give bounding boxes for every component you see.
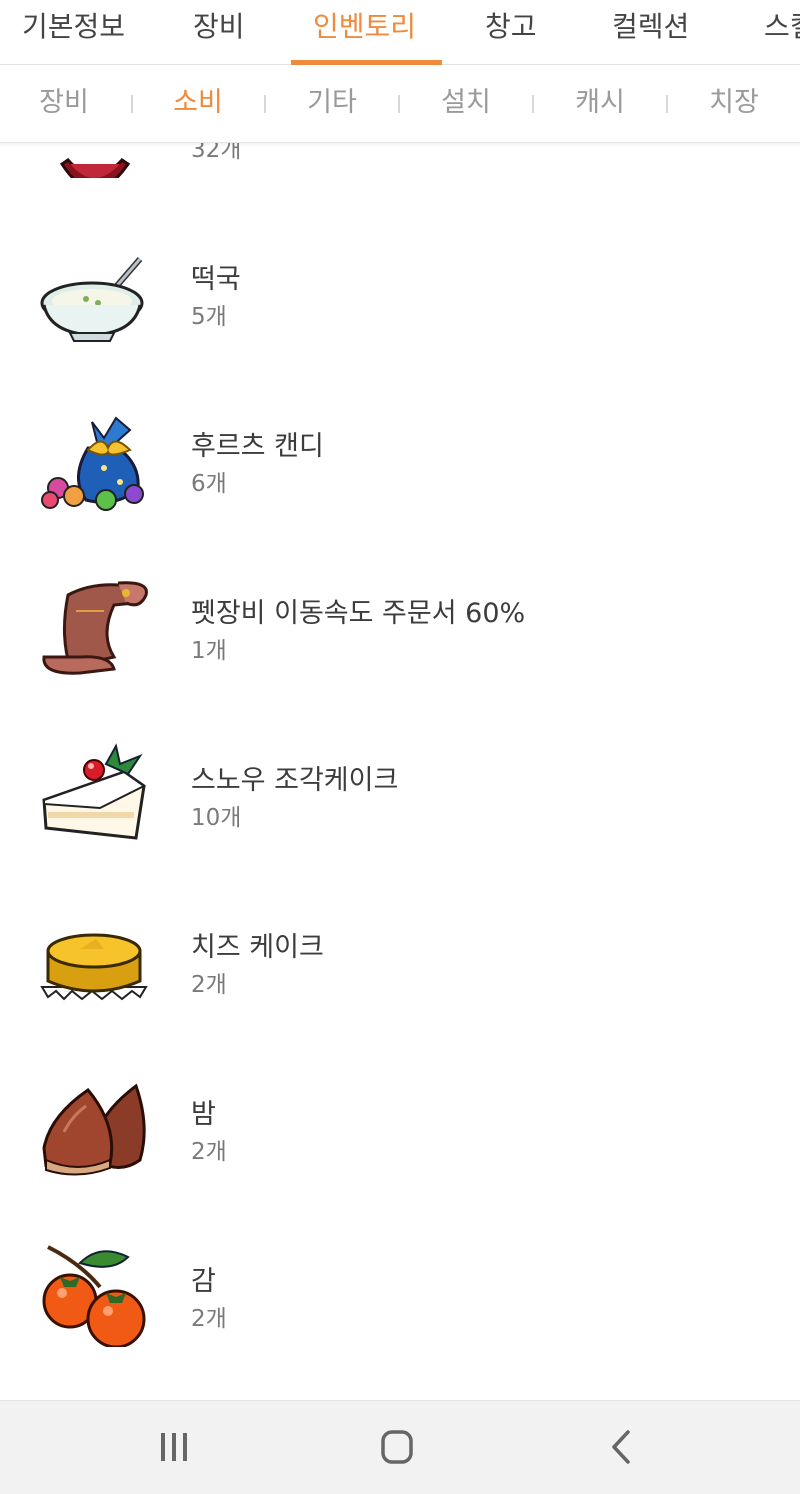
subtab-divider	[666, 95, 668, 113]
item-name: 스노우 조각케이크	[191, 765, 399, 796]
item-count: 10개	[191, 805, 242, 831]
item-name: 감	[191, 1266, 216, 1297]
tab-basic-info[interactable]: 기본정보	[22, 0, 125, 64]
item-count: 6개	[191, 471, 227, 497]
snow-cake-icon	[42, 743, 146, 840]
system-nav-bar	[0, 1400, 800, 1494]
subtab-consumable[interactable]: 소비	[153, 65, 243, 142]
back-icon[interactable]	[598, 1425, 646, 1469]
list-item[interactable]: 스노우 조각케이크 10개	[0, 710, 800, 878]
list-item[interactable]: 감 2개	[0, 1211, 800, 1379]
list-item[interactable]: 후르츠 캔디 6개	[0, 376, 800, 544]
item-name: 펫장비 이동속도 주문서 60%	[191, 598, 526, 629]
list-item[interactable]: 떡국 5개	[0, 209, 800, 377]
subtab-setup[interactable]: 설치	[421, 65, 511, 142]
tab-equipment[interactable]: 장비	[193, 0, 245, 64]
subtab-cash[interactable]: 캐시	[555, 65, 645, 142]
sub-tab-bar: 장비 소비 기타 설치 캐시 치장	[0, 65, 800, 143]
item-name: 밤	[191, 1099, 216, 1130]
top-tab-bar: 기본정보 장비 인벤토리 창고 컬렉션 스킬	[0, 0, 800, 65]
subtab-divider	[398, 95, 400, 113]
subtab-etc[interactable]: 기타	[287, 65, 377, 142]
subtab-divider	[264, 95, 266, 113]
tab-storage[interactable]: 창고	[485, 0, 537, 64]
cheese-cake-icon	[40, 933, 148, 1001]
scroll-icon	[42, 581, 148, 675]
chestnut-icon	[42, 1083, 146, 1176]
subtab-divider	[532, 95, 534, 113]
subtab-equipment[interactable]: 장비	[19, 65, 109, 142]
tab-inventory[interactable]: 인벤토리	[313, 0, 416, 64]
fruit-candy-icon	[41, 416, 144, 511]
item-count: 2개	[191, 1306, 227, 1332]
list-item[interactable]	[0, 1378, 800, 1400]
item-count: 5개	[191, 304, 227, 330]
subtab-cosmetic[interactable]: 치장	[689, 65, 779, 142]
subtab-divider	[131, 95, 133, 113]
rice-cake-soup-icon	[40, 257, 144, 342]
item-count: 2개	[191, 1139, 227, 1165]
item-name: 치즈 케이크	[191, 932, 324, 963]
tab-collection[interactable]: 컬렉션	[612, 0, 689, 64]
item-count: 1개	[191, 638, 227, 664]
list-item[interactable]: 치즈 케이크 2개	[0, 877, 800, 1045]
recent-apps-icon[interactable]	[150, 1425, 198, 1469]
item-name: 떡국	[191, 264, 241, 295]
item-count: 2개	[191, 972, 227, 998]
persimmon-icon	[42, 1245, 146, 1347]
list-item[interactable]: 펫장비 이동속도 주문서 60% 1개	[0, 543, 800, 711]
list-item[interactable]: 밤 2개	[0, 1044, 800, 1212]
tab-skill[interactable]: 스킬	[764, 0, 800, 64]
item-name: 후르츠 캔디	[191, 431, 324, 462]
home-icon[interactable]	[373, 1425, 421, 1469]
inventory-list: 32개 떡국 5개 후르츠 캔디 6개 펫장비 이동속도 주문서 60% 1개 …	[0, 0, 800, 1400]
